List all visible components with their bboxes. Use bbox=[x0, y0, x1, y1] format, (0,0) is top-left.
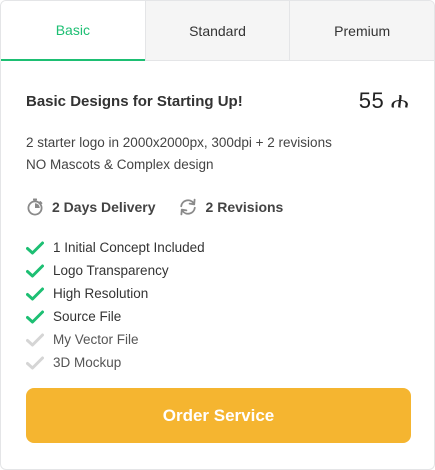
check-icon bbox=[26, 264, 44, 277]
feature-label: Logo Transparency bbox=[53, 263, 169, 278]
package-header: Basic Designs for Starting Up! 55 ሐ bbox=[26, 87, 409, 115]
feature-item-excluded: My Vector File bbox=[26, 328, 409, 351]
check-muted-icon bbox=[26, 356, 44, 369]
package-description: 2 starter logo in 2000x2000px, 300dpi + … bbox=[26, 132, 409, 176]
delivery-info: 2 Days Delivery 2 Revisions bbox=[26, 196, 409, 218]
tab-basic[interactable]: Basic bbox=[1, 1, 145, 61]
feature-item-excluded: 3D Mockup bbox=[26, 351, 409, 374]
check-icon bbox=[26, 310, 44, 323]
description-line: 2 starter logo in 2000x2000px, 300dpi + … bbox=[26, 135, 332, 150]
feature-item: High Resolution bbox=[26, 282, 409, 305]
package-tabs: Basic Standard Premium bbox=[1, 1, 434, 61]
feature-label: Source File bbox=[53, 309, 122, 324]
package-body: Basic Designs for Starting Up! 55 ሐ 2 st… bbox=[1, 87, 434, 374]
feature-label: High Resolution bbox=[53, 286, 149, 301]
feature-label: My Vector File bbox=[53, 332, 139, 347]
description-line: NO Mascots & Complex design bbox=[26, 157, 214, 172]
feature-item: Logo Transparency bbox=[26, 259, 409, 282]
feature-item: Source File bbox=[26, 305, 409, 328]
order-service-button[interactable]: Order Service bbox=[26, 388, 411, 443]
refresh-icon bbox=[179, 198, 196, 216]
revisions-label: 2 Revisions bbox=[205, 199, 284, 215]
feature-list: 1 Initial Concept Included Logo Transpar… bbox=[26, 236, 409, 374]
tab-standard[interactable]: Standard bbox=[144, 1, 290, 61]
revision-count: 2 Revisions bbox=[178, 198, 284, 216]
delivery-label: 2 Days Delivery bbox=[52, 199, 156, 215]
check-muted-icon bbox=[26, 333, 44, 346]
check-icon bbox=[26, 287, 44, 300]
delivery-time: 2 Days Delivery bbox=[26, 198, 156, 216]
feature-item: 1 Initial Concept Included bbox=[26, 236, 409, 259]
feature-label: 1 Initial Concept Included bbox=[53, 240, 205, 255]
package-title: Basic Designs for Starting Up! bbox=[26, 92, 243, 110]
package-card: Basic Standard Premium Basic Designs for… bbox=[0, 0, 435, 470]
tab-premium[interactable]: Premium bbox=[289, 1, 434, 61]
check-icon bbox=[26, 241, 44, 254]
stopwatch-icon bbox=[27, 198, 43, 216]
package-price: 55 ሐ bbox=[358, 88, 409, 113]
feature-label: 3D Mockup bbox=[53, 355, 122, 370]
